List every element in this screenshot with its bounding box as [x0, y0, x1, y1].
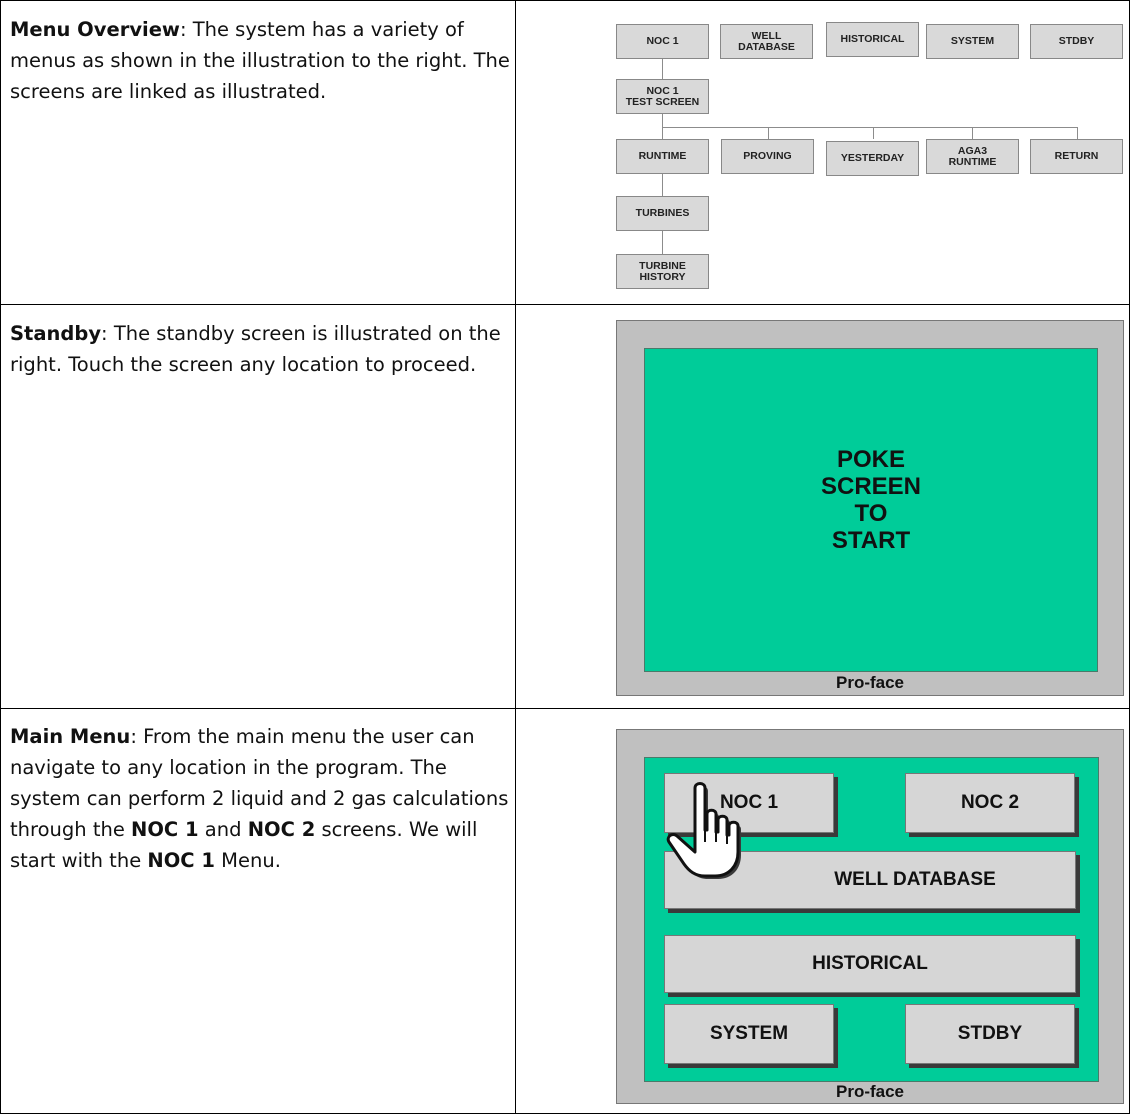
historical-button[interactable]: HISTORICAL: [664, 935, 1076, 993]
diagram-node-well-database: WELL DATABASE: [720, 24, 813, 59]
main-menu-bold-noc1-again: NOC 1: [147, 849, 215, 872]
connector-runtime-turbines: [662, 174, 663, 196]
table-border-left: [0, 0, 1, 1114]
main-menu-text-4: Menu.: [214, 849, 281, 872]
document-table: Menu Overview: The system has a variety …: [0, 0, 1130, 1114]
connector-turbines-history: [662, 231, 663, 254]
diagram-node-turbine-history: TURBINE HISTORY: [616, 254, 709, 289]
main-menu-bold-noc1: NOC 1: [131, 818, 199, 841]
system-button[interactable]: SYSTEM: [664, 1004, 834, 1064]
pro-face-logo: Pro-face: [835, 673, 905, 692]
column-divider: [515, 0, 516, 1114]
diagram-node-test-screen: NOC 1 TEST SCREEN: [616, 79, 709, 114]
standby-screen[interactable]: POKE SCREEN TO START: [644, 348, 1098, 672]
row-divider-1: [0, 304, 1130, 305]
connector-noc1-test: [662, 59, 663, 79]
main-menu-bold-noc2: NOC 2: [247, 818, 316, 841]
menu-overview-heading: Menu Overview: [10, 18, 180, 41]
standby-panel: POKE SCREEN TO START Pro-face: [616, 320, 1124, 696]
connector-horizontal-bus: [662, 127, 1077, 128]
connector-yesterday: [873, 127, 874, 139]
main-menu-heading: Main Menu: [10, 725, 131, 748]
diagram-node-stdby: STDBY: [1030, 24, 1123, 59]
standby-message: POKE SCREEN TO START: [820, 446, 922, 554]
diagram-node-runtime: RUNTIME: [616, 139, 709, 174]
stdby-button[interactable]: STDBY: [905, 1004, 1075, 1064]
diagram-node-noc1: NOC 1: [616, 24, 709, 59]
diagram-node-aga3-runtime: AGA3 RUNTIME: [926, 139, 1019, 174]
diagram-node-return: RETURN: [1030, 139, 1123, 174]
diagram-node-proving: PROVING: [721, 139, 814, 174]
standby-description: Standby: The standby screen is illustrat…: [10, 318, 510, 380]
diagram-node-system: SYSTEM: [926, 24, 1019, 59]
diagram-node-turbines: TURBINES: [616, 196, 709, 231]
hand-pointer-icon: [666, 782, 741, 879]
main-menu-screen: NOC 1 NOC 2 WELL DATABASE HISTORICAL SYS…: [644, 757, 1099, 1082]
connector-proving: [768, 127, 769, 139]
main-menu-panel: NOC 1 NOC 2 WELL DATABASE HISTORICAL SYS…: [616, 729, 1124, 1104]
pro-face-logo: Pro-face: [835, 1082, 905, 1101]
main-menu-text-2: and: [198, 818, 248, 841]
table-border-top: [0, 0, 1130, 1]
diagram-node-yesterday: YESTERDAY: [826, 141, 919, 176]
connector-return: [1077, 127, 1078, 139]
menu-overview-description: Menu Overview: The system has a variety …: [10, 14, 510, 107]
diagram-node-historical: HISTORICAL: [826, 22, 919, 57]
noc2-button[interactable]: NOC 2: [905, 773, 1075, 833]
standby-heading: Standby: [10, 322, 102, 345]
main-menu-description: Main Menu: From the main menu the user c…: [10, 721, 510, 876]
connector-aga3: [972, 127, 973, 139]
row-divider-2: [0, 708, 1130, 709]
